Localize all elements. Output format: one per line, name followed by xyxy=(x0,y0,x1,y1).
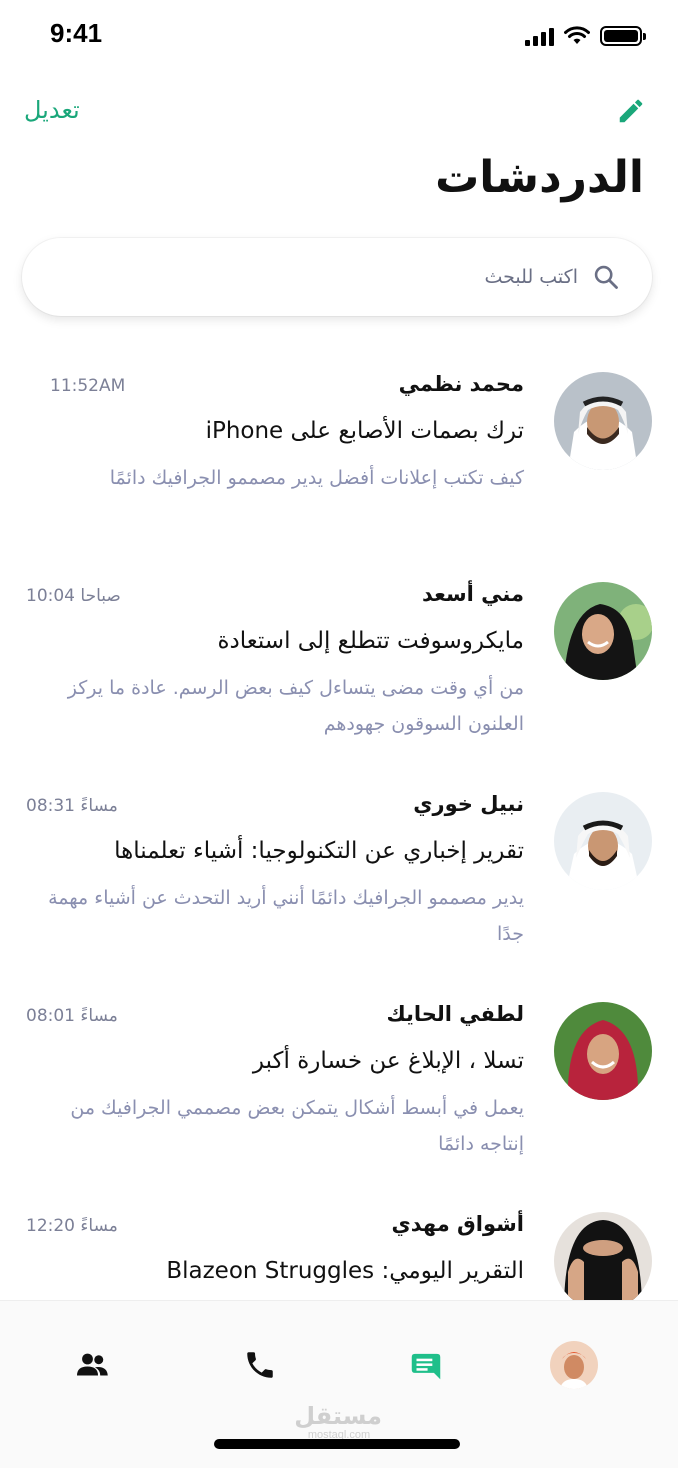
chat-subject: ترك بصمات الأصابع على iPhone xyxy=(205,418,524,444)
watermark: مستقل mostaql.com xyxy=(294,1402,382,1441)
chat-preview: يدير مصممو الجرافيك دائمًا أنني أريد الت… xyxy=(48,887,524,945)
chat-subject: تقرير إخباري عن التكنولوجيا: أشياء تعلمن… xyxy=(114,838,524,864)
chat-name: أشواق مهدي xyxy=(391,1212,524,1236)
chat-item[interactable]: لطفي الحايك 08:01 مساءً تسلا ، الإبلاغ ع… xyxy=(0,980,678,1190)
chat-preview: من أي وقت مضى يتساءل كيف بعض الرسم. عادة… xyxy=(67,677,524,735)
avatar xyxy=(554,372,652,470)
chat-time: 10:04 صباحا xyxy=(26,586,121,606)
chat-name: لطفي الحايك xyxy=(386,1002,524,1026)
avatar xyxy=(554,1212,652,1300)
wifi-icon xyxy=(564,26,590,44)
avatar xyxy=(554,1002,652,1100)
tab-bar: مستقل mostaql.com xyxy=(0,1300,678,1468)
cellular-signal-icon xyxy=(525,28,554,46)
status-icons xyxy=(525,26,646,46)
chat-icon xyxy=(411,1353,441,1380)
edit-button[interactable]: تعديل xyxy=(24,96,80,124)
chat-item[interactable]: نبيل خوري 08:31 مساءً تقرير إخباري عن ال… xyxy=(0,770,678,980)
chat-list: محمد نظمي 11:52AM ترك بصمات الأصابع على … xyxy=(0,350,678,1300)
chat-subject: تسلا ، الإبلاغ عن خسارة أكبر xyxy=(252,1048,524,1074)
chat-subject: مايكروسوفت تتطلع إلى استعادة xyxy=(217,628,524,654)
chat-item[interactable]: مني أسعد 10:04 صباحا مايكروسوفت تتطلع إل… xyxy=(0,560,678,770)
search-icon xyxy=(594,265,618,289)
tab-chats[interactable] xyxy=(404,1343,448,1387)
chat-item[interactable]: أشواق مهدي 12:20 مساءً التقرير اليومي: B… xyxy=(0,1190,678,1300)
chat-subject: التقرير اليومي: Blazeon Struggles xyxy=(166,1258,524,1284)
avatar xyxy=(554,792,652,890)
page-title: الدردشات xyxy=(435,152,644,203)
phone-icon xyxy=(247,1352,273,1378)
profile-avatar xyxy=(550,1341,598,1389)
chat-name: محمد نظمي xyxy=(398,372,524,396)
chat-preview: كيف تكتب إعلانات أفضل يدير مصممو الجرافي… xyxy=(109,467,524,489)
status-bar: 9:41 xyxy=(0,0,678,70)
home-indicator[interactable] xyxy=(214,1439,460,1449)
chat-time: 11:52AM xyxy=(50,376,126,396)
tab-profile[interactable] xyxy=(550,1341,598,1389)
chat-time: 08:01 مساءً xyxy=(26,1006,118,1026)
chat-preview: يعمل في أبسط أشكال يتمكن بعض مصممي الجرا… xyxy=(70,1097,524,1155)
status-time: 9:41 xyxy=(50,18,103,48)
search-bar[interactable] xyxy=(22,238,652,316)
chat-time: 12:20 مساءً xyxy=(26,1216,118,1236)
tab-contacts[interactable] xyxy=(70,1343,114,1387)
contacts-icon xyxy=(77,1353,108,1376)
watermark-arabic: مستقل xyxy=(294,1402,382,1430)
chat-name: نبيل خوري xyxy=(413,792,524,816)
chat-time: 08:31 مساءً xyxy=(26,796,118,816)
avatar xyxy=(554,582,652,680)
search-input[interactable] xyxy=(78,266,578,288)
chat-item[interactable]: محمد نظمي 11:52AM ترك بصمات الأصابع على … xyxy=(0,350,678,560)
top-actions: تعديل xyxy=(24,94,646,134)
tab-calls[interactable] xyxy=(238,1343,282,1387)
battery-icon xyxy=(600,26,646,46)
compose-pencil-icon[interactable] xyxy=(616,96,646,126)
chat-name: مني أسعد xyxy=(422,582,524,606)
